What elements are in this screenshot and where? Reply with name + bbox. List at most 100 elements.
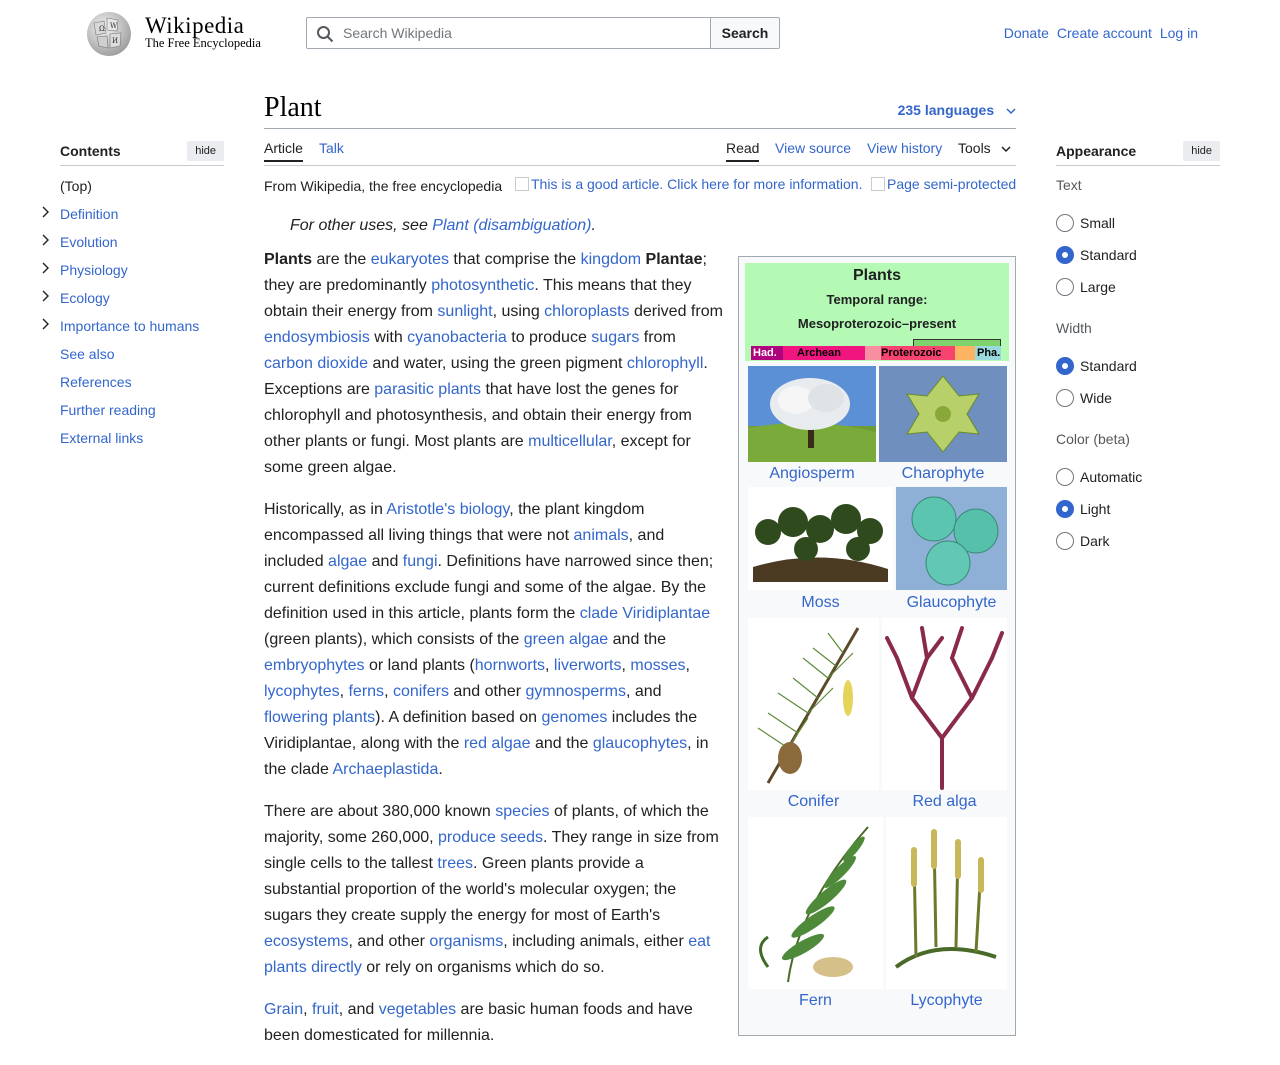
article-link[interactable]: sugars (591, 329, 639, 346)
search-input[interactable] (341, 18, 706, 48)
article-link[interactable]: vegetables (379, 1001, 456, 1018)
semi-protected-badge[interactable]: Page semi-protected (871, 176, 1016, 192)
caption-fern[interactable]: Fern (748, 992, 883, 1010)
text-radio[interactable]: Small (1056, 214, 1115, 232)
article-link[interactable]: fungi (403, 553, 438, 570)
toc-item[interactable]: Ecology (42, 284, 224, 312)
article-link[interactable]: embryophytes (264, 657, 365, 674)
geologic-timeline[interactable]: Had. Archean Proterozoic Pha. (751, 339, 1001, 360)
radio-button[interactable] (1056, 278, 1074, 296)
width-radio[interactable]: Wide (1056, 389, 1112, 407)
charophyte-image[interactable] (879, 366, 1007, 462)
search-button[interactable]: Search (710, 17, 780, 49)
toc-item[interactable]: References (60, 368, 224, 396)
article-link[interactable]: Grain (264, 1001, 303, 1018)
article-link[interactable]: glaucophytes (593, 735, 687, 752)
tab-view-source[interactable]: View source (775, 140, 851, 156)
article-link[interactable]: parasitic plants (374, 381, 481, 398)
toc-hide-button[interactable]: hide (187, 140, 224, 161)
radio-button[interactable] (1056, 246, 1074, 264)
article-link[interactable]: endosymbiosis (264, 329, 370, 346)
article-link[interactable]: chloroplasts (544, 303, 629, 320)
glaucophyte-image[interactable] (896, 487, 1007, 590)
article-link[interactable]: mosses (630, 657, 685, 674)
text-radio[interactable]: Standard (1056, 246, 1137, 264)
article-link[interactable]: Viridiplantae (622, 605, 710, 622)
article-link[interactable]: Archaeplastida (333, 761, 439, 778)
good-article-badge[interactable]: This is a good article. Click here for m… (515, 176, 862, 192)
search-field[interactable] (306, 17, 711, 49)
article-link[interactable]: ferns (348, 683, 384, 700)
article-link[interactable]: photosynthetic (431, 277, 534, 294)
languages-button[interactable]: 235 languages (898, 102, 1016, 118)
toc-item[interactable]: Further reading (60, 396, 224, 424)
color-radio[interactable]: Dark (1056, 532, 1110, 550)
article-link[interactable]: multicellular (528, 433, 612, 450)
chevron-right-icon[interactable] (42, 312, 50, 340)
article-link[interactable]: genomes (542, 709, 608, 726)
caption-lycophyte[interactable]: Lycophyte (886, 992, 1007, 1010)
tab-view-history[interactable]: View history (867, 140, 942, 156)
article-link[interactable]: kingdom (581, 251, 641, 268)
radio-button[interactable] (1056, 500, 1074, 518)
fern-image[interactable] (748, 817, 883, 989)
conifer-image[interactable] (748, 618, 879, 790)
article-link[interactable]: hornworts (475, 657, 545, 674)
chevron-right-icon[interactable] (42, 200, 50, 228)
article-link[interactable]: red algae (464, 735, 531, 752)
article-link[interactable]: conifers (393, 683, 449, 700)
red-alga-image[interactable] (882, 618, 1007, 790)
radio-button[interactable] (1056, 468, 1074, 486)
article-link[interactable]: cyanobacteria (407, 329, 507, 346)
article-link[interactable]: clade (580, 605, 618, 622)
article-link[interactable]: chlorophyll (627, 355, 703, 372)
caption-moss[interactable]: Moss (748, 594, 893, 612)
create-account-link[interactable]: Create account (1057, 25, 1152, 41)
tools-menu[interactable]: Tools (958, 140, 1011, 156)
article-link[interactable]: Aristotle's biology (386, 501, 509, 518)
color-radio[interactable]: Automatic (1056, 468, 1142, 486)
tab-read[interactable]: Read (726, 140, 760, 162)
tab-article[interactable]: Article (264, 140, 303, 162)
chevron-right-icon[interactable] (42, 256, 50, 284)
toc-item[interactable]: See also (60, 340, 224, 368)
log-in-link[interactable]: Log in (1160, 25, 1198, 41)
color-radio[interactable]: Light (1056, 500, 1110, 518)
caption-angiosperm[interactable]: Angiosperm (748, 465, 876, 483)
donate-link[interactable]: Donate (1004, 25, 1049, 41)
radio-button[interactable] (1056, 214, 1074, 232)
caption-conifer[interactable]: Conifer (748, 793, 879, 811)
article-link[interactable]: organisms (429, 933, 503, 950)
chevron-right-icon[interactable] (42, 284, 50, 312)
article-link[interactable]: liverworts (554, 657, 622, 674)
toc-item[interactable]: Definition (42, 200, 224, 228)
article-link[interactable]: carbon dioxide (264, 355, 368, 372)
article-link[interactable]: lycophytes (264, 683, 340, 700)
article-link[interactable]: animals (574, 527, 629, 544)
radio-button[interactable] (1056, 389, 1074, 407)
toc-item[interactable]: External links (60, 424, 224, 452)
moss-image[interactable] (748, 487, 893, 590)
article-link[interactable]: green algae (524, 631, 609, 648)
article-link[interactable]: eukaryotes (371, 251, 449, 268)
radio-button[interactable] (1056, 357, 1074, 375)
article-link[interactable]: sunlight (437, 303, 492, 320)
article-link[interactable]: fruit (312, 1001, 339, 1018)
disambiguation-link[interactable]: Plant (disambiguation) (432, 217, 591, 234)
caption-charophyte[interactable]: Charophyte (879, 465, 1007, 483)
toc-item[interactable]: Evolution (42, 228, 224, 256)
tab-talk[interactable]: Talk (319, 140, 344, 156)
article-link[interactable]: species (495, 803, 549, 820)
radio-button[interactable] (1056, 532, 1074, 550)
angiosperm-image[interactable] (748, 366, 876, 462)
toc-item[interactable]: Importance to humans (42, 312, 224, 340)
caption-glaucophyte[interactable]: Glaucophyte (896, 594, 1007, 612)
wikipedia-globe-logo[interactable]: Ω W И (84, 9, 134, 57)
article-link[interactable]: produce seeds (438, 829, 543, 846)
toc-item[interactable]: Physiology (42, 256, 224, 284)
caption-red-alga[interactable]: Red alga (882, 793, 1007, 811)
appearance-hide-button[interactable]: hide (1183, 140, 1220, 161)
width-radio[interactable]: Standard (1056, 357, 1137, 375)
text-radio[interactable]: Large (1056, 278, 1116, 296)
toc-item[interactable]: (Top) (60, 172, 224, 200)
